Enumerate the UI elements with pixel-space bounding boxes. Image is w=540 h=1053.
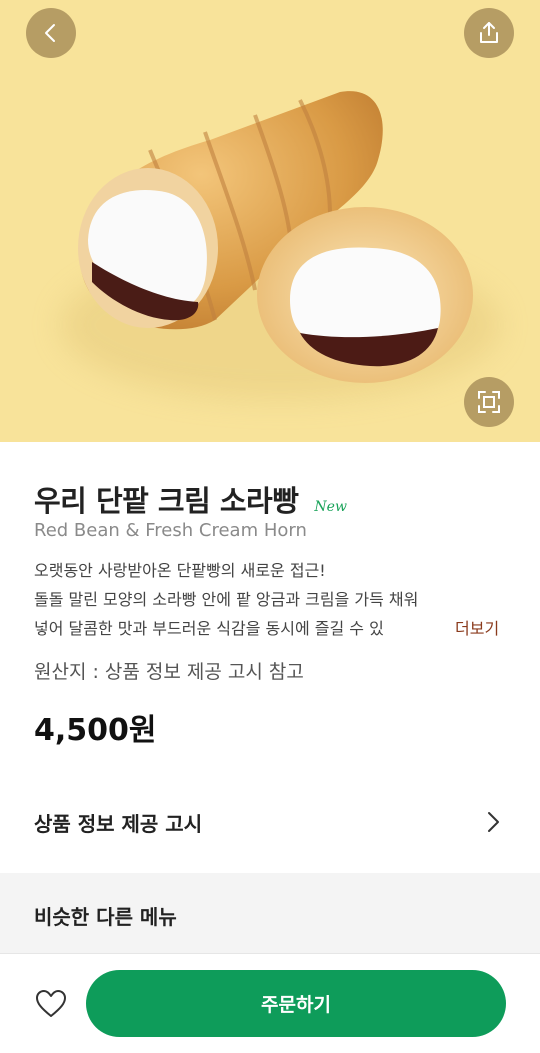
expand-icon	[478, 391, 500, 413]
share-icon	[480, 22, 498, 43]
favorite-button[interactable]	[33, 987, 69, 1021]
zoom-image-button[interactable]	[464, 377, 514, 427]
product-title: 우리 단팥 크림 소라빵	[34, 484, 299, 518]
chevron-right-icon	[480, 809, 506, 835]
order-button[interactable]: 주문하기	[86, 970, 506, 1037]
chevron-left-icon	[45, 24, 55, 42]
more-link[interactable]: 더보기	[455, 614, 499, 643]
title-row: 우리 단팥 크림 소라빵 New	[34, 478, 347, 520]
product-price: 4,500원	[34, 713, 157, 748]
similar-menu-title: 비슷한 다른 메뉴	[34, 905, 177, 929]
back-button[interactable]	[26, 8, 76, 58]
bottom-action-bar: 주문하기	[0, 953, 540, 1053]
product-notice-row[interactable]: 상품 정보 제공 고시	[0, 792, 540, 852]
similar-menu-section: 비슷한 다른 메뉴	[0, 873, 540, 953]
notice-label: 상품 정보 제공 고시	[34, 811, 203, 836]
origin-info: 원산지 : 상품 정보 제공 고시 참고	[34, 661, 304, 683]
new-badge: New	[314, 499, 347, 515]
right-horn	[257, 207, 473, 383]
cream-horn-illustration	[78, 91, 473, 383]
heart-icon	[36, 990, 66, 1017]
description-line: 돌돌 말린 모양의 소라빵 안에 팥 앙금과 크림을 가득 채워	[34, 590, 419, 609]
product-description: 오랫동안 사랑받아온 단팥빵의 새로운 접근! 돌돌 말린 모양의 소라빵 안에…	[34, 556, 454, 643]
share-button[interactable]	[464, 8, 514, 58]
product-english-name: Red Bean & Fresh Cream Horn	[34, 520, 307, 541]
description-line: 넣어 달콤한 맛과 부드러운 식감을 동시에 즐길 수 있	[34, 619, 384, 638]
description-line: 오랫동안 사랑받아온 단팥빵의 새로운 접근!	[34, 561, 326, 580]
product-hero-image	[0, 0, 540, 442]
